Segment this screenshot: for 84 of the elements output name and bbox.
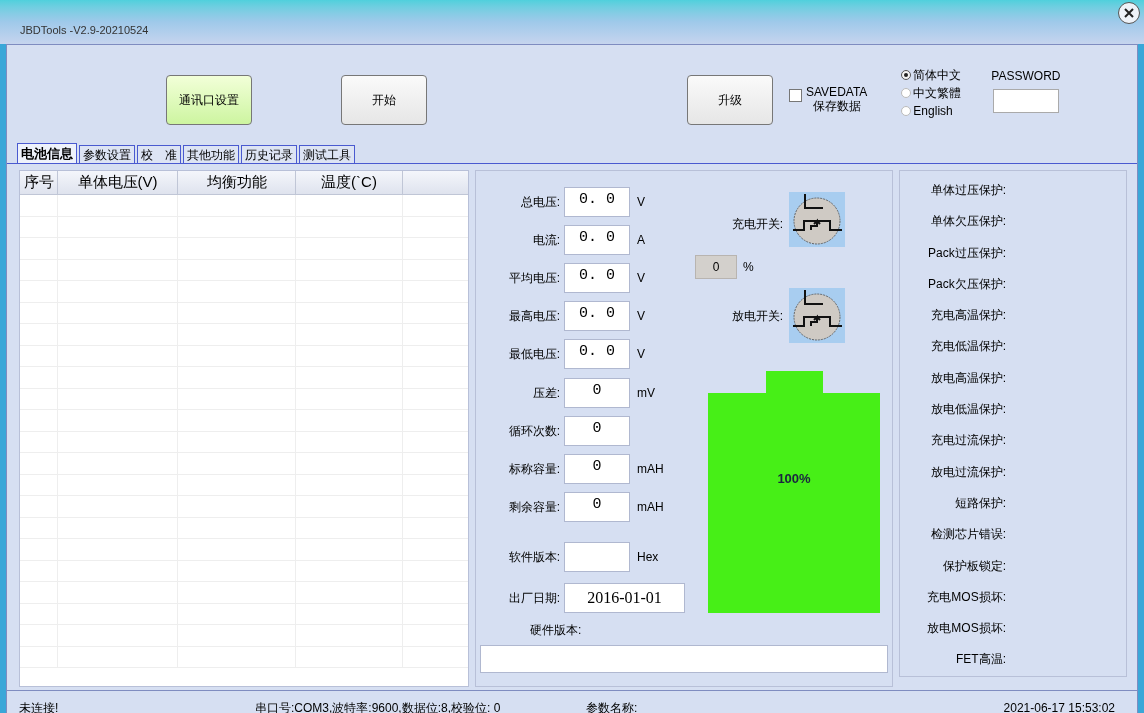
reading-field[interactable]: 0. 0: [564, 301, 630, 331]
protection-label: 检测芯片错误:: [929, 526, 1006, 544]
mosfet-icon[interactable]: [789, 191, 845, 247]
unit-label: A: [636, 232, 645, 249]
percent-unit: %: [742, 259, 754, 276]
reading-label: 最低电压:: [507, 346, 561, 363]
reading-field[interactable]: 0: [564, 378, 630, 408]
password-label: PASSWORD: [991, 68, 1061, 85]
protection-label: 放电过流保护:: [929, 463, 1006, 481]
protection-label: 保护板锁定:: [941, 557, 1006, 575]
close-icon: [1124, 8, 1134, 18]
column-header[interactable]: 序号: [20, 171, 58, 194]
reading-label: 最高电压:: [507, 308, 561, 325]
tab[interactable]: 电池信息: [17, 143, 77, 163]
mosfet-icon[interactable]: [789, 287, 845, 343]
unit-label: V: [636, 308, 645, 325]
protection-label: 充电过流保护:: [929, 432, 1006, 450]
reading-label: 标称容量:: [507, 461, 561, 478]
reading-field[interactable]: 0: [564, 416, 630, 446]
radio-button[interactable]: [901, 88, 912, 98]
unit-label: Hex: [636, 549, 659, 566]
switch-label: 放电开关:: [730, 308, 784, 325]
protection-label: Pack过压保护:: [927, 244, 1006, 262]
protection-label: 充电低温保护:: [929, 338, 1006, 356]
password-field[interactable]: [992, 89, 1059, 113]
column-header[interactable]: 温度(`C): [296, 171, 403, 194]
protection-label: 单体欠压保护:: [929, 213, 1006, 231]
column-header[interactable]: 单体电压(V): [58, 171, 178, 194]
unit-label: mV: [636, 385, 655, 402]
reading-field[interactable]: 0. 0: [564, 339, 630, 369]
savedata-label: SAVEDATA: [806, 85, 868, 99]
battery-percent: 100%: [776, 470, 812, 488]
language-label[interactable]: 简体中文: [913, 66, 962, 84]
window-title: JBDTools -V2.9-20210524: [19, 22, 149, 38]
protection-label: 放电低温保护:: [929, 401, 1006, 419]
reading-field[interactable]: 0. 0: [564, 225, 630, 255]
tab[interactable]: 其他功能: [183, 145, 239, 163]
tab[interactable]: 参数设置: [79, 145, 135, 163]
language-label[interactable]: 中文繁體: [913, 84, 962, 102]
protection-label: 短路保护:: [953, 494, 1006, 512]
reading-label: 循环次数:: [507, 423, 561, 440]
tab[interactable]: 测试工具: [299, 145, 355, 163]
reading-field[interactable]: 0: [564, 454, 630, 484]
close-button[interactable]: [1118, 2, 1140, 24]
toolbar-button[interactable]: 升级: [687, 75, 773, 125]
tab[interactable]: 校 准: [137, 145, 181, 163]
reading-field[interactable]: 0. 0: [564, 263, 630, 293]
tab[interactable]: 历史记录: [241, 145, 297, 163]
protection-label: 放电MOS损坏:: [926, 620, 1006, 638]
reading-label: 总电压:: [519, 194, 561, 211]
unit-label: V: [636, 194, 645, 211]
software-version-field[interactable]: [564, 542, 630, 572]
protection-label: 充电高温保护:: [929, 307, 1006, 325]
reading-label: 剩余容量:: [507, 499, 561, 516]
savedata-checkbox[interactable]: [789, 89, 802, 102]
reading-label: 平均电压:: [507, 270, 561, 287]
radio-button[interactable]: [901, 106, 912, 116]
protection-label: 放电高温保护:: [929, 369, 1006, 387]
factory-date-label: 出厂日期:: [507, 590, 561, 607]
hardware-version-label: 硬件版本:: [529, 622, 583, 639]
hardware-version-field[interactable]: [480, 645, 888, 673]
radio-button[interactable]: [901, 70, 912, 80]
language-label[interactable]: English: [913, 102, 953, 120]
factory-date-field[interactable]: 2016-01-01: [564, 583, 685, 613]
savedata-sublabel: 保存数据: [812, 99, 861, 113]
unit-label: V: [636, 270, 645, 287]
reading-field[interactable]: 0. 0: [564, 187, 630, 217]
protection-label: FET高温:: [955, 651, 1006, 669]
protection-label: 单体过压保护:: [929, 182, 1006, 199]
column-header[interactable]: 均衡功能: [178, 171, 296, 194]
toolbar-button[interactable]: 通讯口设置: [166, 75, 252, 125]
reading-label: 压差:: [531, 385, 561, 402]
unit-label: V: [636, 346, 645, 363]
switch-label: 充电开关:: [730, 216, 784, 233]
percent-field: 0: [695, 255, 737, 279]
reading-label: 电流:: [531, 232, 561, 249]
toolbar-button[interactable]: 开始: [341, 75, 427, 125]
protection-label: 充电MOS损坏:: [926, 588, 1006, 606]
protection-label: Pack欠压保护:: [927, 275, 1006, 293]
reading-field[interactable]: 0: [564, 492, 630, 522]
unit-label: mAH: [636, 461, 664, 478]
unit-label: mAH: [636, 499, 664, 516]
status-datetime: 2021-06-17 15:53:02: [1003, 700, 1116, 713]
software-version-label: 软件版本:: [507, 549, 561, 566]
